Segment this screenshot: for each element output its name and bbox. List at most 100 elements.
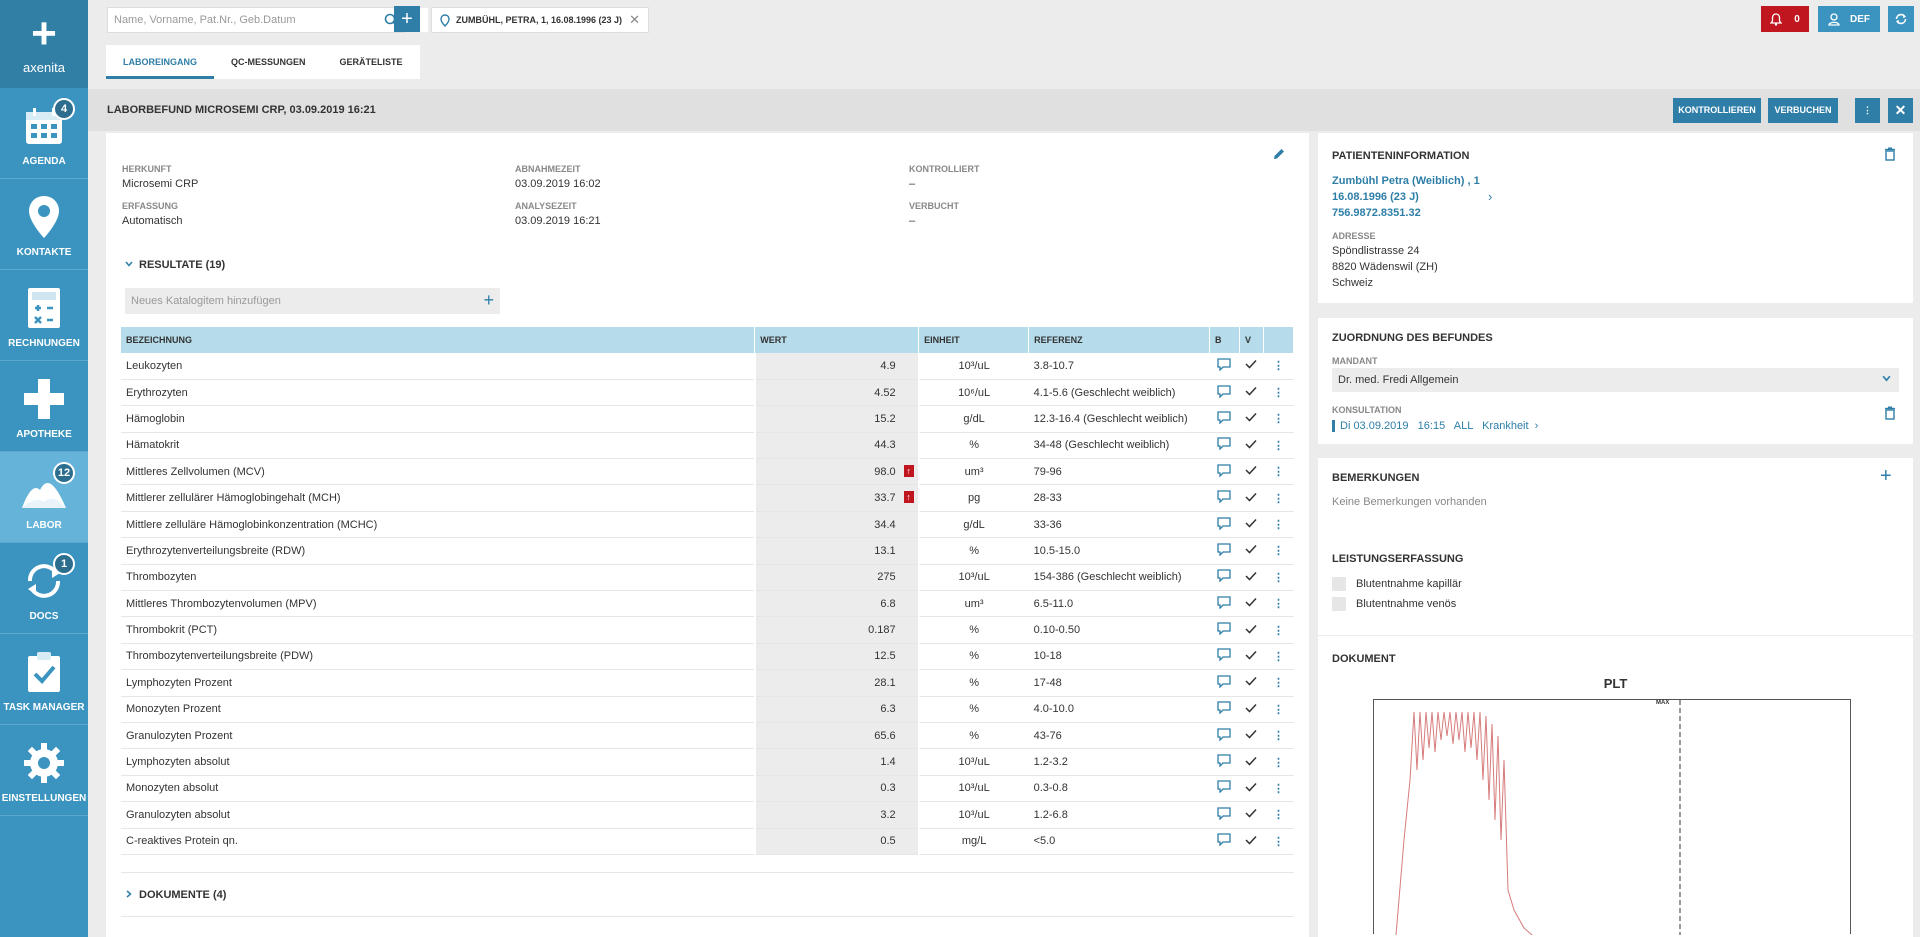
app-logo[interactable]: + axenita bbox=[0, 0, 88, 88]
row-menu-button[interactable]: ⋮ bbox=[1263, 379, 1294, 407]
pencil-icon[interactable] bbox=[1272, 147, 1286, 164]
result-value[interactable]: 33.7 ↑ bbox=[753, 484, 920, 512]
sidebar-item-einstellungen[interactable]: EINSTELLUNGEN bbox=[0, 725, 88, 816]
sidebar-item-kontakte[interactable]: KONTAKTE bbox=[0, 179, 88, 270]
column-header-wert[interactable]: WERT bbox=[754, 327, 920, 353]
table-row[interactable]: Mittleres Zellvolumen (MCV) 98.0 ↑ um³ 79-96… bbox=[121, 458, 1294, 486]
service-checkbox[interactable] bbox=[1332, 577, 1346, 591]
kontrollieren-button[interactable]: KONTROLLIEREN bbox=[1673, 98, 1761, 123]
row-menu-button[interactable]: ⋮ bbox=[1263, 484, 1294, 512]
comment-button[interactable] bbox=[1209, 775, 1240, 803]
close-icon[interactable]: ✕ bbox=[629, 12, 640, 28]
service-item[interactable]: Blutentnahme venös bbox=[1332, 597, 1456, 611]
table-row[interactable]: Monozyten absolut 0.3 10³/uL 0.3-0.8 ⋮ bbox=[121, 775, 1294, 803]
comment-button[interactable] bbox=[1209, 379, 1240, 407]
column-header-b[interactable]: B bbox=[1209, 327, 1240, 353]
add-catalog-item-button[interactable]: + bbox=[483, 290, 494, 311]
column-header-referenz[interactable]: REFERENZ bbox=[1028, 327, 1210, 353]
comment-button[interactable] bbox=[1209, 722, 1240, 750]
verify-checkbox[interactable] bbox=[1239, 484, 1264, 512]
sidebar-item-docs[interactable]: DOCS 1 bbox=[0, 543, 88, 634]
patient-dob[interactable]: 16.08.1996 (23 J) bbox=[1332, 191, 1419, 203]
row-menu-button[interactable]: ⋮ bbox=[1263, 353, 1294, 380]
result-value[interactable]: 4.9 bbox=[753, 353, 920, 380]
verify-checkbox[interactable] bbox=[1239, 590, 1264, 618]
comment-button[interactable] bbox=[1209, 458, 1240, 486]
comment-button[interactable] bbox=[1209, 643, 1240, 671]
verify-checkbox[interactable] bbox=[1239, 775, 1264, 803]
row-menu-button[interactable]: ⋮ bbox=[1263, 828, 1294, 855]
table-row[interactable]: Mittlere zelluläre Hämoglobinkonzentrati… bbox=[121, 511, 1294, 539]
row-menu-button[interactable]: ⋮ bbox=[1263, 590, 1294, 618]
result-value[interactable]: 0.3 bbox=[753, 775, 920, 803]
konsultation-link[interactable]: Di 03.09.2019 16:15 ALL Krankheit › bbox=[1332, 420, 1538, 432]
row-menu-button[interactable]: ⋮ bbox=[1263, 432, 1294, 460]
verify-checkbox[interactable] bbox=[1239, 643, 1264, 671]
mandant-select[interactable]: Dr. med. Fredi Allgemein bbox=[1332, 368, 1899, 392]
verify-checkbox[interactable] bbox=[1239, 405, 1264, 433]
service-item[interactable]: Blutentnahme kapillär bbox=[1332, 577, 1462, 591]
row-menu-button[interactable]: ⋮ bbox=[1263, 511, 1294, 539]
comment-button[interactable] bbox=[1209, 801, 1240, 829]
verify-checkbox[interactable] bbox=[1239, 511, 1264, 539]
verify-checkbox[interactable] bbox=[1239, 458, 1264, 486]
table-row[interactable]: Hämatokrit 44.3% 34-48 (Geschlecht weiblic… bbox=[121, 432, 1294, 460]
result-value[interactable]: 0.5 bbox=[753, 828, 920, 855]
result-value[interactable]: 4.52 bbox=[753, 379, 920, 407]
comment-button[interactable] bbox=[1209, 405, 1240, 433]
row-menu-button[interactable]: ⋮ bbox=[1263, 775, 1294, 803]
result-value[interactable]: 28.1 bbox=[753, 669, 920, 697]
add-remark-button[interactable]: + bbox=[1880, 465, 1892, 488]
table-row[interactable]: C-reaktives Protein qn. 0.5 mg/L <5.0 ⋮ bbox=[121, 828, 1294, 855]
sidebar-item-rechnungen[interactable]: RECHNUNGEN bbox=[0, 270, 88, 361]
comment-button[interactable] bbox=[1209, 616, 1240, 644]
tab-geraeteliste[interactable]: GERÄTELISTE bbox=[323, 45, 420, 79]
comment-button[interactable] bbox=[1209, 537, 1240, 565]
verify-checkbox[interactable] bbox=[1239, 379, 1264, 407]
table-row[interactable]: Granulozyten absolut 3.2 10³/uL 1.2-6.8 ⋮ bbox=[121, 801, 1294, 829]
comment-button[interactable] bbox=[1209, 669, 1240, 697]
verify-checkbox[interactable] bbox=[1239, 616, 1264, 644]
trash-icon[interactable] bbox=[1884, 147, 1896, 164]
comment-button[interactable] bbox=[1209, 511, 1240, 539]
verify-checkbox[interactable] bbox=[1239, 669, 1264, 697]
row-menu-button[interactable]: ⋮ bbox=[1263, 537, 1294, 565]
row-menu-button[interactable]: ⋮ bbox=[1263, 564, 1294, 592]
comment-button[interactable] bbox=[1209, 484, 1240, 512]
row-menu-button[interactable]: ⋮ bbox=[1263, 748, 1294, 776]
verify-checkbox[interactable] bbox=[1239, 722, 1264, 750]
patient-ahv-number[interactable]: 756.9872.8351.32 bbox=[1332, 207, 1421, 219]
verify-checkbox[interactable] bbox=[1239, 564, 1264, 592]
trash-icon[interactable] bbox=[1884, 406, 1896, 423]
verify-checkbox[interactable] bbox=[1239, 801, 1264, 829]
comment-button[interactable] bbox=[1209, 748, 1240, 776]
result-value[interactable]: 15.2 bbox=[753, 405, 920, 433]
row-menu-button[interactable]: ⋮ bbox=[1263, 801, 1294, 829]
result-value[interactable]: 3.2 bbox=[753, 801, 920, 829]
comment-button[interactable] bbox=[1209, 564, 1240, 592]
row-menu-button[interactable]: ⋮ bbox=[1263, 722, 1294, 750]
row-menu-button[interactable]: ⋮ bbox=[1263, 458, 1294, 486]
result-value[interactable]: 65.6 bbox=[753, 722, 920, 750]
row-menu-button[interactable]: ⋮ bbox=[1263, 405, 1294, 433]
table-row[interactable]: Thrombozytenverteilungsbreite (PDW) 12.5%… bbox=[121, 643, 1294, 671]
table-row[interactable]: Hämoglobin 15.2 g/dL 12.3-16.4 (Geschlecht … bbox=[121, 405, 1294, 433]
table-row[interactable]: Erythrozyten 4.52 10⁶/uL 4.1-5.6 (Geschlech… bbox=[121, 379, 1294, 407]
table-row[interactable]: Lymphozyten absolut 1.4 10³/uL 1.2-3.2 ⋮ bbox=[121, 748, 1294, 776]
more-options-button[interactable]: ⋮ bbox=[1855, 98, 1880, 123]
sidebar-item-labor[interactable]: LABOR 12 bbox=[0, 452, 88, 543]
verify-checkbox[interactable] bbox=[1239, 537, 1264, 565]
plt-histogram[interactable]: MAX bbox=[1373, 699, 1851, 936]
row-menu-button[interactable]: ⋮ bbox=[1263, 696, 1294, 723]
table-row[interactable]: Erythrozytenverteilungsbreite (RDW) 13.1%… bbox=[121, 537, 1294, 565]
table-row[interactable]: Mittlerer zellulärer Hämoglobingehalt (M… bbox=[121, 484, 1294, 512]
comment-button[interactable] bbox=[1209, 353, 1240, 380]
result-value[interactable]: 12.5 bbox=[753, 643, 920, 671]
result-value[interactable]: 275 bbox=[753, 564, 920, 592]
chevron-right-icon[interactable]: › bbox=[1488, 189, 1492, 204]
result-value[interactable]: 1.4 bbox=[753, 748, 920, 776]
table-row[interactable]: Leukozyten 4.9 10³/uL 3.8-10.7 ⋮ bbox=[121, 353, 1294, 380]
table-row[interactable]: Monozyten Prozent 6.3% 4.0-10.0 ⋮ bbox=[121, 696, 1294, 723]
comment-button[interactable] bbox=[1209, 590, 1240, 618]
table-row[interactable]: Granulozyten Prozent 65.6% 43-76 ⋮ bbox=[121, 722, 1294, 750]
